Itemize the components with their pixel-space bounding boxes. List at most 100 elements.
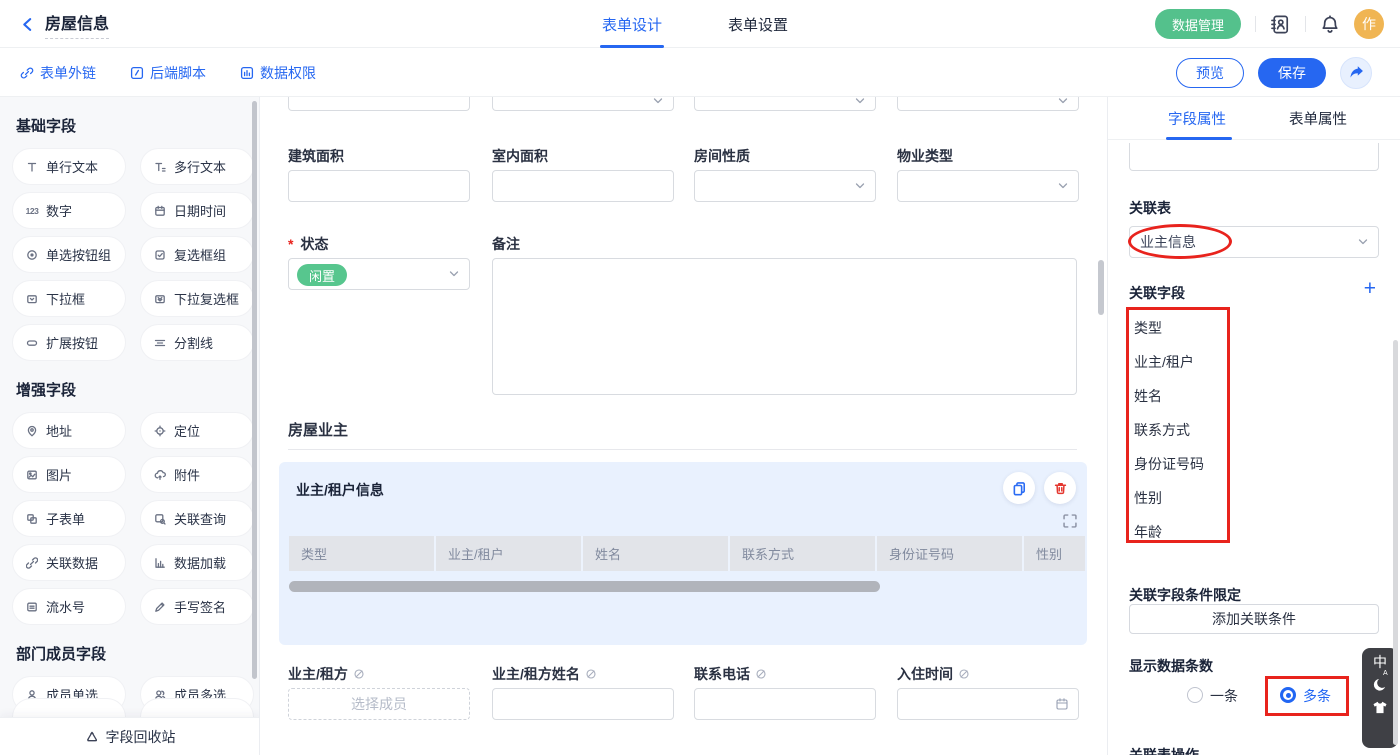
phone-input[interactable] bbox=[694, 688, 876, 720]
condition-label: 关联字段条件限定 bbox=[1129, 585, 1241, 605]
form-external-link[interactable]: 表单外链 bbox=[20, 63, 96, 83]
tab-form-settings[interactable]: 表单设置 bbox=[728, 0, 788, 48]
partial-input[interactable] bbox=[1129, 143, 1379, 171]
assoc-table-select[interactable]: 业主信息 bbox=[1129, 226, 1379, 258]
save-button[interactable]: 保存 bbox=[1258, 58, 1326, 88]
external-link-icon bbox=[20, 66, 34, 80]
indoor-area-input-field[interactable] bbox=[493, 171, 673, 201]
field-type-checkbox-group[interactable]: 复选框组 bbox=[140, 236, 254, 273]
canvas-scrollbar[interactable] bbox=[1098, 260, 1104, 315]
theme-shirt-icon[interactable] bbox=[1372, 700, 1388, 716]
tab-form-properties[interactable]: 表单属性 bbox=[1289, 97, 1347, 140]
share-button[interactable] bbox=[1340, 57, 1372, 89]
radio-many[interactable] bbox=[1280, 687, 1296, 703]
section-title-member: 部门成员字段 bbox=[16, 643, 259, 664]
field-type-subform[interactable]: 子表单 bbox=[12, 500, 126, 537]
field-type-radio-group[interactable]: 单选按钮组 bbox=[12, 236, 126, 273]
divider bbox=[1255, 16, 1256, 32]
serial-number-icon bbox=[24, 601, 40, 613]
contacts-icon[interactable] bbox=[1270, 14, 1291, 35]
radio-group-icon bbox=[24, 249, 40, 261]
data-manage-button[interactable]: 数据管理 bbox=[1155, 9, 1241, 39]
owner-name-input[interactable] bbox=[492, 688, 674, 720]
preview-button[interactable]: 预览 bbox=[1176, 58, 1244, 88]
property-type-select[interactable] bbox=[897, 170, 1079, 202]
field-type-datetime[interactable]: 日期时间 bbox=[140, 192, 254, 229]
chevron-down-icon bbox=[854, 97, 866, 107]
field-type-assoc-query[interactable]: 关联查询 bbox=[140, 500, 254, 537]
field-type-data-load[interactable]: 数据加载 bbox=[140, 544, 254, 581]
field-type-image[interactable]: 图片 bbox=[12, 456, 126, 493]
permission-icon bbox=[240, 66, 254, 80]
field-type-attachment[interactable]: 附件 bbox=[140, 456, 254, 493]
building-area-input-field[interactable] bbox=[289, 171, 469, 201]
field-type-address[interactable]: 地址 bbox=[12, 412, 126, 449]
owner-name-input-field[interactable] bbox=[493, 689, 673, 719]
panel-scrollbar[interactable] bbox=[1393, 340, 1398, 745]
copy-field-button[interactable] bbox=[1003, 472, 1035, 504]
language-toggle-icon[interactable]: 中A bbox=[1373, 655, 1387, 670]
section-title-basic: 基础字段 bbox=[16, 115, 259, 136]
delete-field-button[interactable] bbox=[1044, 472, 1076, 504]
field-type-single-line-text[interactable]: 单行文本 bbox=[12, 148, 126, 185]
recycle-icon bbox=[85, 730, 99, 744]
field-type-select[interactable]: 下拉框 bbox=[12, 280, 126, 317]
eye-off-icon bbox=[755, 668, 767, 680]
assoc-field-item[interactable]: 年龄 bbox=[1134, 522, 1162, 542]
field-type-signature[interactable]: 手写签名 bbox=[140, 588, 254, 625]
field-select-partial[interactable] bbox=[694, 97, 876, 111]
add-assoc-field-icon[interactable]: + bbox=[1364, 279, 1376, 299]
backend-script-label: 后端脚本 bbox=[150, 63, 206, 83]
remark-textarea[interactable] bbox=[492, 258, 1077, 395]
tab-form-design[interactable]: 表单设计 bbox=[602, 0, 662, 48]
building-area-input[interactable] bbox=[288, 170, 470, 202]
script-icon bbox=[130, 66, 144, 80]
back-icon[interactable] bbox=[20, 17, 35, 32]
field-type-assoc-data[interactable]: 关联数据 bbox=[12, 544, 126, 581]
room-nature-select[interactable] bbox=[694, 170, 876, 202]
radio-many-label[interactable]: 多条 bbox=[1303, 686, 1331, 706]
field-recycle-bin[interactable]: 字段回收站 bbox=[0, 717, 260, 755]
expand-icon[interactable] bbox=[1062, 513, 1078, 529]
subtable-horizontal-scrollbar[interactable] bbox=[289, 581, 880, 592]
avatar[interactable]: 作 bbox=[1354, 9, 1384, 39]
field-type-extend-button[interactable]: 扩展按钮 bbox=[12, 324, 126, 361]
assoc-field-item[interactable]: 性别 bbox=[1134, 488, 1162, 508]
field-type-multi-line-text[interactable]: 多行文本 bbox=[140, 148, 254, 185]
assoc-field-item[interactable]: 类型 bbox=[1134, 318, 1162, 338]
member-picker[interactable]: 选择成员 bbox=[288, 688, 470, 720]
subtable-card-selected[interactable]: 业主/租户信息 类型 业主/租户 姓名 联系方式 身份证号码 性别 bbox=[279, 462, 1087, 645]
field-library-sidebar: 基础字段 单行文本 多行文本 123数字 日期时间 单选按钮组 复选框组 下拉框… bbox=[0, 97, 260, 755]
sidebar-scrollbar[interactable] bbox=[252, 101, 257, 679]
bell-icon[interactable] bbox=[1320, 14, 1340, 34]
data-permission-link[interactable]: 数据权限 bbox=[240, 63, 316, 83]
status-select[interactable]: 闲置 bbox=[288, 258, 470, 290]
tab-field-properties[interactable]: 字段属性 bbox=[1168, 97, 1226, 140]
checkin-date-input[interactable] bbox=[897, 688, 1079, 720]
assoc-field-item[interactable]: 业主/租户 bbox=[1134, 352, 1194, 372]
radio-one[interactable] bbox=[1187, 687, 1203, 703]
field-label: 建筑面积 bbox=[288, 146, 344, 166]
field-type-divider[interactable]: 分割线 bbox=[140, 324, 254, 361]
radio-one-label[interactable]: 一条 bbox=[1210, 686, 1238, 706]
subtable-column: 姓名 bbox=[583, 536, 730, 571]
phone-input-field[interactable] bbox=[695, 689, 875, 719]
assoc-field-item[interactable]: 姓名 bbox=[1134, 386, 1162, 406]
backend-script-link[interactable]: 后端脚本 bbox=[130, 63, 206, 83]
field-type-hidden-pill bbox=[140, 698, 254, 718]
assoc-field-item[interactable]: 身份证号码 bbox=[1134, 454, 1204, 474]
field-type-multi-select[interactable]: 下拉复选框 bbox=[140, 280, 254, 317]
assoc-field-item[interactable]: 联系方式 bbox=[1134, 420, 1190, 440]
field-type-number[interactable]: 123数字 bbox=[12, 192, 126, 229]
select-icon bbox=[24, 293, 40, 305]
indoor-area-input[interactable] bbox=[492, 170, 674, 202]
assoc-fields-label: 关联字段 bbox=[1129, 283, 1185, 303]
eye-off-icon bbox=[958, 668, 970, 680]
field-input-partial[interactable] bbox=[288, 97, 470, 111]
field-select-partial[interactable] bbox=[897, 97, 1079, 111]
trash-icon bbox=[1053, 481, 1068, 496]
field-type-serial-number[interactable]: 流水号 bbox=[12, 588, 126, 625]
add-condition-button[interactable]: 添加关联条件 bbox=[1129, 604, 1379, 634]
field-type-location[interactable]: 定位 bbox=[140, 412, 254, 449]
field-select-partial[interactable] bbox=[492, 97, 674, 111]
